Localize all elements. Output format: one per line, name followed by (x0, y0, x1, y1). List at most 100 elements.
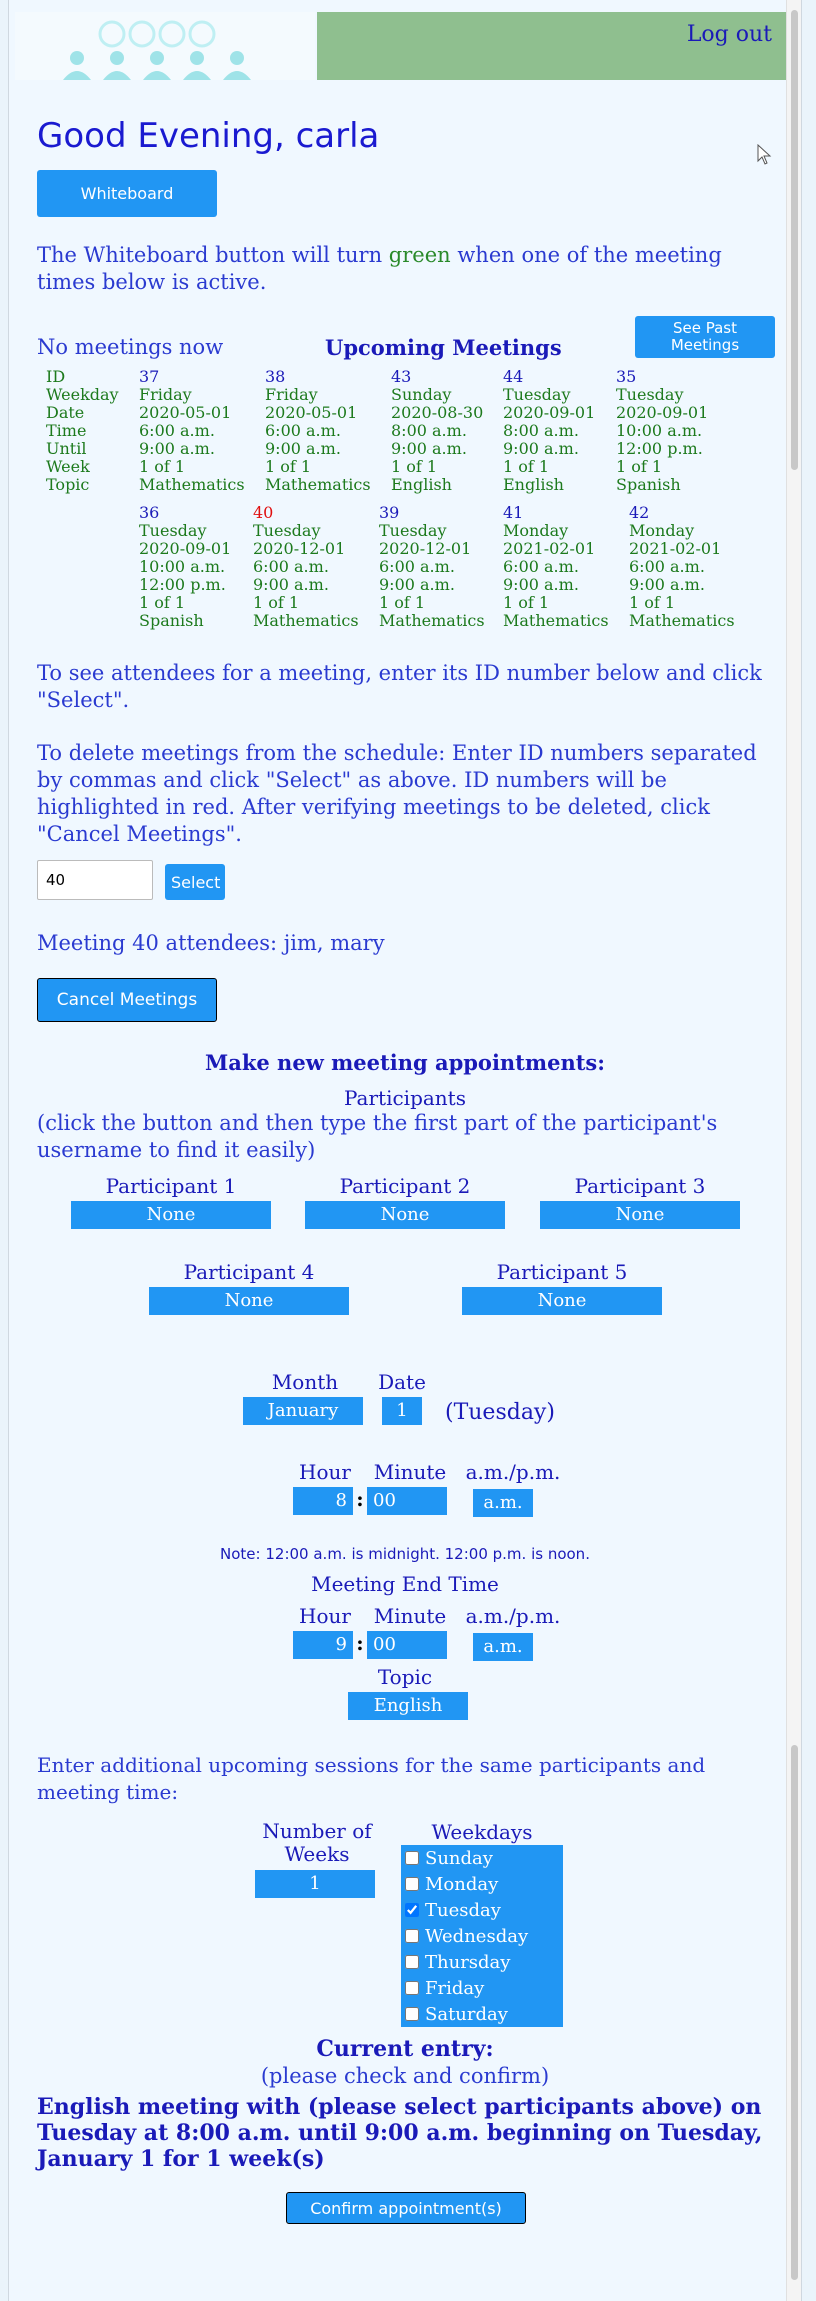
start-minute-select[interactable]: 00 (367, 1487, 447, 1515)
weekday-option[interactable]: Monday (401, 1871, 563, 1897)
participant-2-label: Participant 2 (339, 1174, 471, 1198)
weekday-label: Friday (425, 1977, 485, 1999)
meeting-topic: Mathematics (629, 611, 735, 630)
month-select[interactable]: January (243, 1397, 363, 1425)
note-text: The Whiteboard button will turn (37, 243, 389, 267)
weekday-option[interactable]: Saturday (401, 2001, 563, 2027)
weekday-checkbox[interactable] (405, 1955, 419, 1969)
weekday-checkbox[interactable] (405, 2007, 419, 2021)
meeting-week: 1 of 1 (629, 593, 676, 612)
meeting-id[interactable]: 44 (503, 368, 595, 386)
participant-4-label: Participant 4 (183, 1260, 315, 1284)
weekday-option[interactable]: Wednesday (401, 1923, 563, 1949)
participant-1-select[interactable]: None (71, 1201, 271, 1229)
end-hour-select[interactable]: 9 (293, 1631, 353, 1659)
weekday-checkbox[interactable] (405, 1851, 419, 1865)
row-label: Time (46, 421, 87, 440)
meeting-week: 1 of 1 (503, 593, 550, 612)
meeting-column: 37 Friday 2020-05-01 6:00 a.m. 9:00 a.m. 1 of… (139, 368, 245, 494)
scrollbar[interactable] (786, 0, 801, 2301)
meeting-id[interactable]: 38 (265, 368, 371, 386)
meeting-id[interactable]: 36 (139, 504, 231, 522)
meeting-weekday: Sunday (391, 385, 452, 404)
start-ampm-select[interactable]: a.m. (473, 1489, 533, 1517)
participant-2-select[interactable]: None (305, 1201, 505, 1229)
meeting-id[interactable]: 37 (139, 368, 245, 386)
meeting-topic: Mathematics (253, 611, 359, 630)
meeting-id-input[interactable] (37, 860, 153, 900)
meeting-date: 2020-12-01 (253, 539, 346, 558)
weekday-checkbox[interactable] (405, 1877, 419, 1891)
meeting-weekday: Monday (629, 521, 695, 540)
meeting-week: 1 of 1 (139, 457, 186, 476)
whiteboard-button[interactable]: Whiteboard (37, 170, 217, 217)
end-minute-select[interactable]: 00 (367, 1631, 447, 1659)
row-label: Until (46, 439, 87, 458)
participant-5-select[interactable]: None (462, 1287, 662, 1315)
participants-title: Participants (344, 1086, 466, 1110)
meeting-date: 2020-09-01 (503, 403, 596, 422)
meeting-id[interactable]: 39 (379, 504, 485, 522)
meeting-date: 2020-05-01 (265, 403, 358, 422)
logout-link[interactable]: Log out (687, 22, 772, 47)
weeks-select[interactable]: 1 (255, 1870, 375, 1898)
weekday-label: Sunday (425, 1847, 493, 1869)
weekday-checkbox[interactable] (405, 1929, 419, 1943)
date-select[interactable]: 1 (382, 1397, 422, 1425)
participant-1-label: Participant 1 (105, 1174, 237, 1198)
meeting-topic: Spanish (616, 475, 681, 494)
meeting-column: 35 Tuesday 2020-09-01 10:00 a.m. 12:00 p.m. 1… (616, 368, 708, 494)
confirm-appointments-button[interactable]: Confirm appointment(s) (286, 2192, 526, 2224)
end-time-title: Meeting End Time (311, 1572, 499, 1596)
participant-4-select[interactable]: None (149, 1287, 349, 1315)
meeting-topic: Spanish (139, 611, 204, 630)
meeting-id[interactable]: 43 (391, 368, 483, 386)
meeting-time: 6:00 a.m. (629, 557, 705, 576)
start-hour-select[interactable]: 8 (293, 1487, 353, 1515)
end-ampm-label: a.m./p.m. (465, 1604, 561, 1628)
row-label: Weekday (46, 385, 119, 404)
meeting-date: 2021-02-01 (629, 539, 722, 558)
end-time-colon: : (356, 1631, 364, 1655)
weekday-option[interactable]: Friday (401, 1975, 563, 2001)
meeting-date: 2020-08-30 (391, 403, 484, 422)
end-ampm-select[interactable]: a.m. (473, 1633, 533, 1661)
meeting-id[interactable]: 41 (503, 504, 609, 522)
weekday-checkbox[interactable] (405, 1903, 419, 1917)
weekday-option[interactable]: Sunday (401, 1845, 563, 1871)
meeting-week: 1 of 1 (503, 457, 550, 476)
meeting-topic: Mathematics (139, 475, 245, 494)
cancel-meetings-button[interactable]: Cancel Meetings (37, 978, 217, 1022)
meeting-date: 2020-12-01 (379, 539, 472, 558)
meeting-time: 10:00 a.m. (139, 557, 226, 576)
meeting-weekday: Tuesday (379, 521, 447, 540)
meeting-until: 9:00 a.m. (503, 439, 579, 458)
greeting: Good Evening, carla (37, 116, 380, 156)
weekday-option[interactable]: Tuesday (401, 1897, 563, 1923)
select-button[interactable]: Select (165, 864, 225, 900)
meeting-id[interactable]: 42 (629, 504, 735, 522)
meeting-topic: Mathematics (503, 611, 609, 630)
weekday-checkbox[interactable] (405, 1981, 419, 1995)
meeting-id[interactable]: 35 (616, 368, 708, 386)
see-past-meetings-button[interactable]: See Past Meetings (635, 316, 775, 358)
meeting-id[interactable]: 40 (253, 504, 359, 522)
row-label: Date (46, 403, 85, 422)
current-entry-summary: English meeting with (please select part… (37, 2094, 763, 2172)
weekday-option[interactable]: Thursday (401, 1949, 563, 1975)
scrollbar-thumb-lower[interactable] (791, 1745, 798, 2280)
meeting-weekday: Friday (139, 385, 192, 404)
weekday-label: Thursday (425, 1951, 511, 1973)
meeting-time: 6:00 a.m. (265, 421, 341, 440)
participant-3-select[interactable]: None (540, 1201, 740, 1229)
meeting-date: 2021-02-01 (503, 539, 596, 558)
meeting-weekday: Tuesday (616, 385, 684, 404)
topic-label: Topic (377, 1665, 433, 1689)
row-label: ID (46, 367, 66, 386)
scrollbar-thumb[interactable] (791, 10, 798, 470)
whiteboard-note: The Whiteboard button will turn green wh… (37, 242, 777, 296)
topic-select[interactable]: English (348, 1692, 468, 1720)
month-label: Month (271, 1370, 339, 1394)
weekdays-label: Weekdays (431, 1820, 533, 1844)
meeting-until: 9:00 a.m. (253, 575, 329, 594)
